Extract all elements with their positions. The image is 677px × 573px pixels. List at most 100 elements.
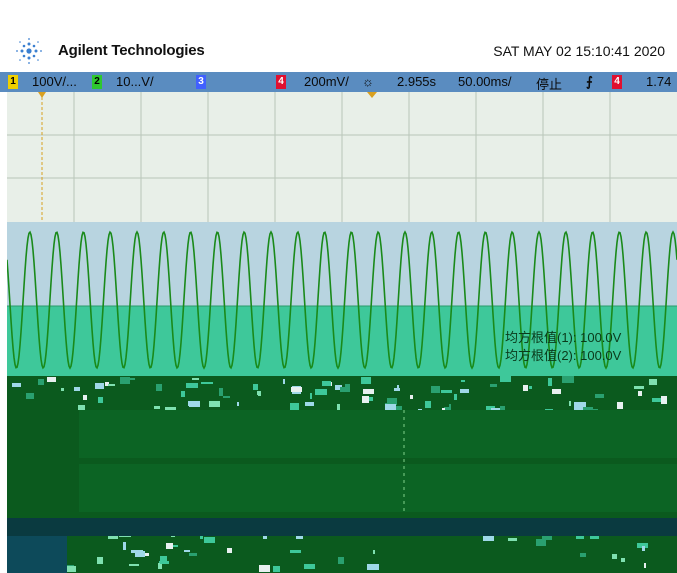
artifact-block bbox=[661, 396, 667, 404]
artifact-block bbox=[97, 557, 103, 564]
artifact-block bbox=[536, 539, 546, 546]
artifact-block bbox=[223, 396, 230, 398]
panel-1 bbox=[79, 410, 677, 458]
artifact-block bbox=[310, 393, 312, 399]
artifact-block bbox=[184, 550, 190, 552]
artifact-block bbox=[562, 376, 574, 383]
artifact-block bbox=[154, 406, 160, 409]
artifact-block bbox=[580, 553, 586, 557]
panel-2 bbox=[79, 464, 677, 512]
artifact-block bbox=[290, 550, 301, 553]
artifact-block bbox=[67, 566, 76, 572]
artifact-block bbox=[123, 542, 126, 550]
artifact-block bbox=[160, 556, 167, 564]
artifact-block bbox=[283, 379, 285, 384]
artifact-block bbox=[612, 554, 617, 559]
artifact-block bbox=[166, 543, 173, 549]
artifact-block bbox=[397, 385, 399, 388]
ch4-scale[interactable]: 200mV/ bbox=[304, 74, 349, 89]
artifact-block bbox=[108, 384, 115, 386]
artifact-block bbox=[200, 536, 203, 539]
artifact-block bbox=[508, 538, 517, 541]
signal-band bbox=[7, 222, 677, 306]
artifact-block bbox=[410, 395, 413, 399]
waveform-display[interactable]: 均方根值(1): 100.0V 均方根值(2): 100.0V bbox=[7, 92, 677, 573]
artifact-block bbox=[367, 564, 379, 570]
artifact-block bbox=[649, 379, 657, 385]
artifact-block bbox=[315, 389, 327, 395]
artifact-block bbox=[634, 386, 644, 389]
agilent-spark-icon bbox=[16, 38, 42, 64]
artifact-block bbox=[304, 564, 315, 569]
artifact-block bbox=[219, 388, 223, 396]
artifact-block bbox=[385, 404, 396, 411]
ch1-badge[interactable]: 1 bbox=[8, 75, 18, 89]
artifact-block bbox=[38, 379, 44, 385]
artifact-block bbox=[78, 405, 85, 410]
rms-measurement-1: 均方根值(1): 100.0V bbox=[505, 330, 622, 345]
artifact-block bbox=[644, 563, 646, 568]
artifact-block bbox=[209, 401, 220, 407]
artifact-block bbox=[201, 382, 213, 384]
run-state[interactable]: 停止 bbox=[536, 74, 562, 93]
artifact-block bbox=[253, 384, 258, 390]
artifact-block bbox=[394, 388, 400, 391]
artifact-block bbox=[363, 389, 374, 394]
trigger-edge-icon: ⨍ bbox=[586, 74, 593, 89]
artifact-block bbox=[204, 537, 215, 543]
time-scale[interactable]: 50.00ms/ bbox=[458, 74, 511, 89]
artifact-block bbox=[322, 381, 331, 386]
artifact-block bbox=[337, 404, 340, 411]
artifact-block bbox=[395, 406, 402, 409]
artifact-block bbox=[273, 566, 280, 572]
softkey-left[interactable] bbox=[7, 536, 67, 573]
artifact-block bbox=[523, 385, 528, 391]
artifact-block bbox=[83, 395, 87, 400]
artifact-block bbox=[291, 387, 302, 392]
artifact-block bbox=[26, 393, 34, 399]
artifact-block bbox=[227, 548, 232, 553]
artifact-block bbox=[442, 408, 445, 410]
trigger-channel-badge[interactable]: 4 bbox=[612, 75, 622, 89]
artifact-block bbox=[500, 376, 511, 382]
artifact-block bbox=[529, 386, 532, 389]
date-time: SAT MAY 02 15:10:41 2020 bbox=[493, 43, 665, 59]
artifact-block bbox=[449, 404, 451, 407]
ch3-badge[interactable]: 3 bbox=[196, 75, 206, 89]
artifact-block bbox=[460, 389, 469, 393]
artifact-block bbox=[12, 383, 21, 387]
artifact-block bbox=[189, 553, 197, 556]
artifact-block bbox=[290, 403, 299, 410]
artifact-block bbox=[621, 558, 625, 562]
artifact-block bbox=[74, 387, 80, 391]
brand-name: Agilent Technologies bbox=[58, 42, 205, 59]
artifact-block bbox=[595, 394, 604, 398]
artifact-block bbox=[441, 390, 452, 393]
artifact-block bbox=[425, 401, 431, 408]
ch2-scale[interactable]: 10...V/ bbox=[116, 74, 154, 89]
artifact-block bbox=[131, 550, 143, 553]
artifact-block bbox=[305, 402, 314, 406]
artifact-block bbox=[156, 384, 162, 391]
ch1-scale[interactable]: 100V/... bbox=[32, 74, 77, 89]
artifact-block bbox=[192, 378, 199, 380]
artifact-block bbox=[552, 389, 561, 394]
channel-status-bar: 1 100V/... 2 10...V/ 3 4 200mV/ ☼ 2.955s… bbox=[0, 72, 677, 92]
ch4-badge[interactable]: 4 bbox=[276, 75, 286, 89]
artifact-block bbox=[454, 394, 457, 400]
artifact-block bbox=[129, 564, 139, 566]
artifact-block bbox=[61, 388, 64, 391]
artifact-block bbox=[373, 550, 375, 554]
artifact-block bbox=[338, 557, 344, 564]
time-delay[interactable]: 2.955s bbox=[397, 74, 436, 89]
artifact-block bbox=[490, 384, 497, 387]
trigger-level[interactable]: 1.74 bbox=[646, 74, 671, 89]
artifact-block bbox=[642, 546, 645, 551]
artifact-block bbox=[345, 384, 350, 391]
artifact-block bbox=[120, 377, 130, 384]
artifact-block bbox=[483, 536, 494, 541]
artifact-block bbox=[181, 391, 185, 397]
artifact-block bbox=[259, 565, 270, 572]
ch2-badge[interactable]: 2 bbox=[92, 75, 102, 89]
artifact-block bbox=[569, 401, 571, 406]
